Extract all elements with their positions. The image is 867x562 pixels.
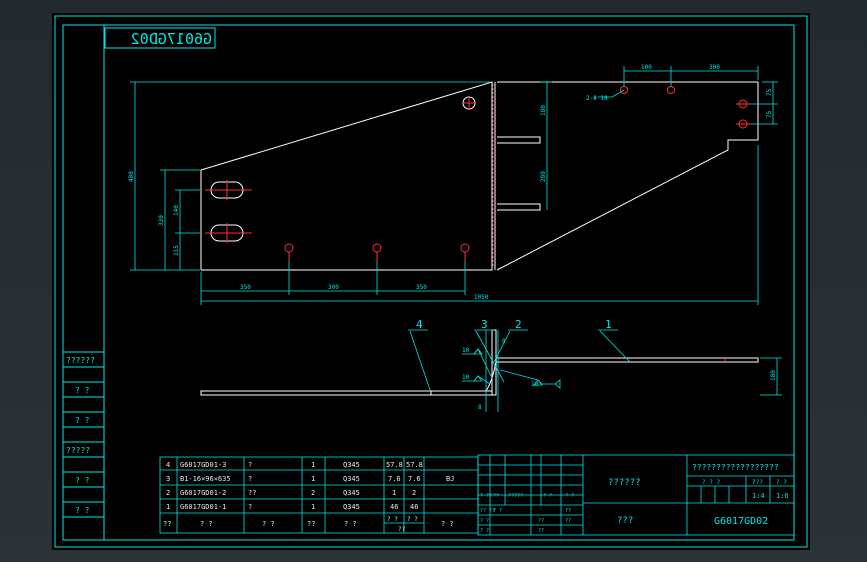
bom-cell: G6017GD01-1 <box>180 503 226 511</box>
tb-small: ? ? <box>565 493 574 499</box>
tb-small: ?? <box>493 493 499 499</box>
mirrored-code: G6017GD02 <box>131 30 212 48</box>
bom-cell: 2 <box>166 489 170 497</box>
bom-cell: Q345 <box>343 475 360 483</box>
dim-text: 300 <box>709 64 720 71</box>
tb-small: ? ? <box>480 518 489 524</box>
bom-cell: G6017GD01-3 <box>180 461 226 469</box>
tb-small: ? ? <box>493 508 502 514</box>
dim-text: 180 <box>770 370 777 381</box>
bom-cell: 1 <box>311 461 315 469</box>
dim-text: 75 <box>766 110 773 118</box>
tb-small: ?? <box>565 518 571 524</box>
left-col-label: ? ? <box>75 386 90 395</box>
dim-text: 140 <box>173 205 180 216</box>
dim-text: 1050 <box>474 294 489 301</box>
tb-small: ?? <box>565 508 571 514</box>
bom-header-cell: ?? <box>398 526 406 533</box>
bom-header-cell: ? ? <box>441 520 454 528</box>
dept-text: ??? <box>617 516 633 526</box>
sheet-value: 1:6 <box>776 492 789 500</box>
tb-small: ?? <box>538 518 544 524</box>
stage-label: ? ? <box>776 479 787 486</box>
drawing-sheet: G6017GD02 ?????? ? ? ? ? ????? ? ? ? ? 1… <box>52 13 810 550</box>
bom-header-cell: ? ? <box>262 520 275 528</box>
stage-label: ? ? ? <box>702 479 720 486</box>
tb-small: ????? <box>508 493 523 499</box>
cad-viewport: G6017GD02 ?????? ? ? ? ? ????? ? ? ? ? 1… <box>0 0 867 562</box>
bom-cell: ? <box>248 503 252 511</box>
balloon-1: 1 <box>605 318 612 331</box>
tb-small: ? ?? <box>480 493 492 499</box>
dim-text: 75 <box>766 88 773 96</box>
dim-text: 330 <box>158 215 165 226</box>
bom-cell: 46 <box>390 503 398 511</box>
bom-cell: ? <box>248 461 252 469</box>
dim-text: 180 <box>540 105 547 116</box>
title-text: ?????????????????? <box>692 463 779 472</box>
balloon-3: 3 <box>481 318 488 331</box>
drawing-number: G6017GD02 <box>714 516 768 527</box>
tb-small: ? ? <box>543 493 552 499</box>
bom-header-cell: ?? <box>307 520 315 528</box>
left-col-label: ?????? <box>66 356 95 365</box>
bom-header-cell: ? ? <box>407 516 418 523</box>
bom-cell: 2 <box>412 489 416 497</box>
bom-cell: 1 <box>166 503 170 511</box>
bom-cell: 57.8 <box>386 461 403 469</box>
left-col-label: ? ? <box>75 476 90 485</box>
bom-cell: ?? <box>248 489 256 497</box>
left-col-label: ? ? <box>75 416 90 425</box>
bom-cell: 7.6 <box>408 475 421 483</box>
bom-cell: 2 <box>311 489 315 497</box>
dim-text: 280 <box>540 171 547 182</box>
hole-note: 2-Φ 18 <box>586 95 608 102</box>
bom-cell: Q345 <box>343 489 360 497</box>
bom-cell: 4 <box>166 461 170 469</box>
bom-cell: 1 <box>311 503 315 511</box>
scale-value: 1:4 <box>752 492 765 500</box>
dim-text: 350 <box>240 284 251 291</box>
tb-small: ?? <box>538 528 544 534</box>
company-text: ?????? <box>608 478 641 488</box>
bom-header-cell: ? ? <box>387 516 398 523</box>
weld-size: 10 <box>462 374 470 381</box>
bom-cell: 7.6 <box>388 475 401 483</box>
bom-cell: 57.8 <box>406 461 423 469</box>
dim-text: 480 <box>128 171 135 182</box>
bom-cell: 1 <box>311 475 315 483</box>
weld-size: 10 <box>531 381 539 388</box>
bom-cell: Q345 <box>343 503 360 511</box>
weld-size: 10 <box>462 347 470 354</box>
bom-cell: Q345 <box>343 461 360 469</box>
bom-header-cell: ? ? <box>344 520 357 528</box>
bom-cell: 1 <box>392 489 396 497</box>
tb-small: ? ? <box>480 528 489 534</box>
stage-label: ? ? <box>752 479 763 486</box>
balloon-4: 4 <box>416 318 423 331</box>
left-col-label: ? ? <box>75 506 90 515</box>
balloon-2: 2 <box>515 318 522 331</box>
dim-text: 115 <box>173 245 180 256</box>
left-col-label: ????? <box>66 446 90 455</box>
bom-cell: 46 <box>410 503 418 511</box>
bom-cell: 3 <box>166 475 170 483</box>
bom-cell: B1-16×96×635 <box>180 475 231 483</box>
bom-cell: G6017GD01-2 <box>180 489 226 497</box>
dim-text: 100 <box>641 64 652 71</box>
dim-text: 8 <box>478 404 482 411</box>
bom-header-cell: ?? <box>163 520 171 528</box>
bom-header-cell: ? ? <box>200 520 213 528</box>
bom-cell: ? <box>248 475 252 483</box>
bom-cell: BJ <box>446 475 454 483</box>
dim-text: 350 <box>416 284 427 291</box>
dim-text: 300 <box>328 284 339 291</box>
